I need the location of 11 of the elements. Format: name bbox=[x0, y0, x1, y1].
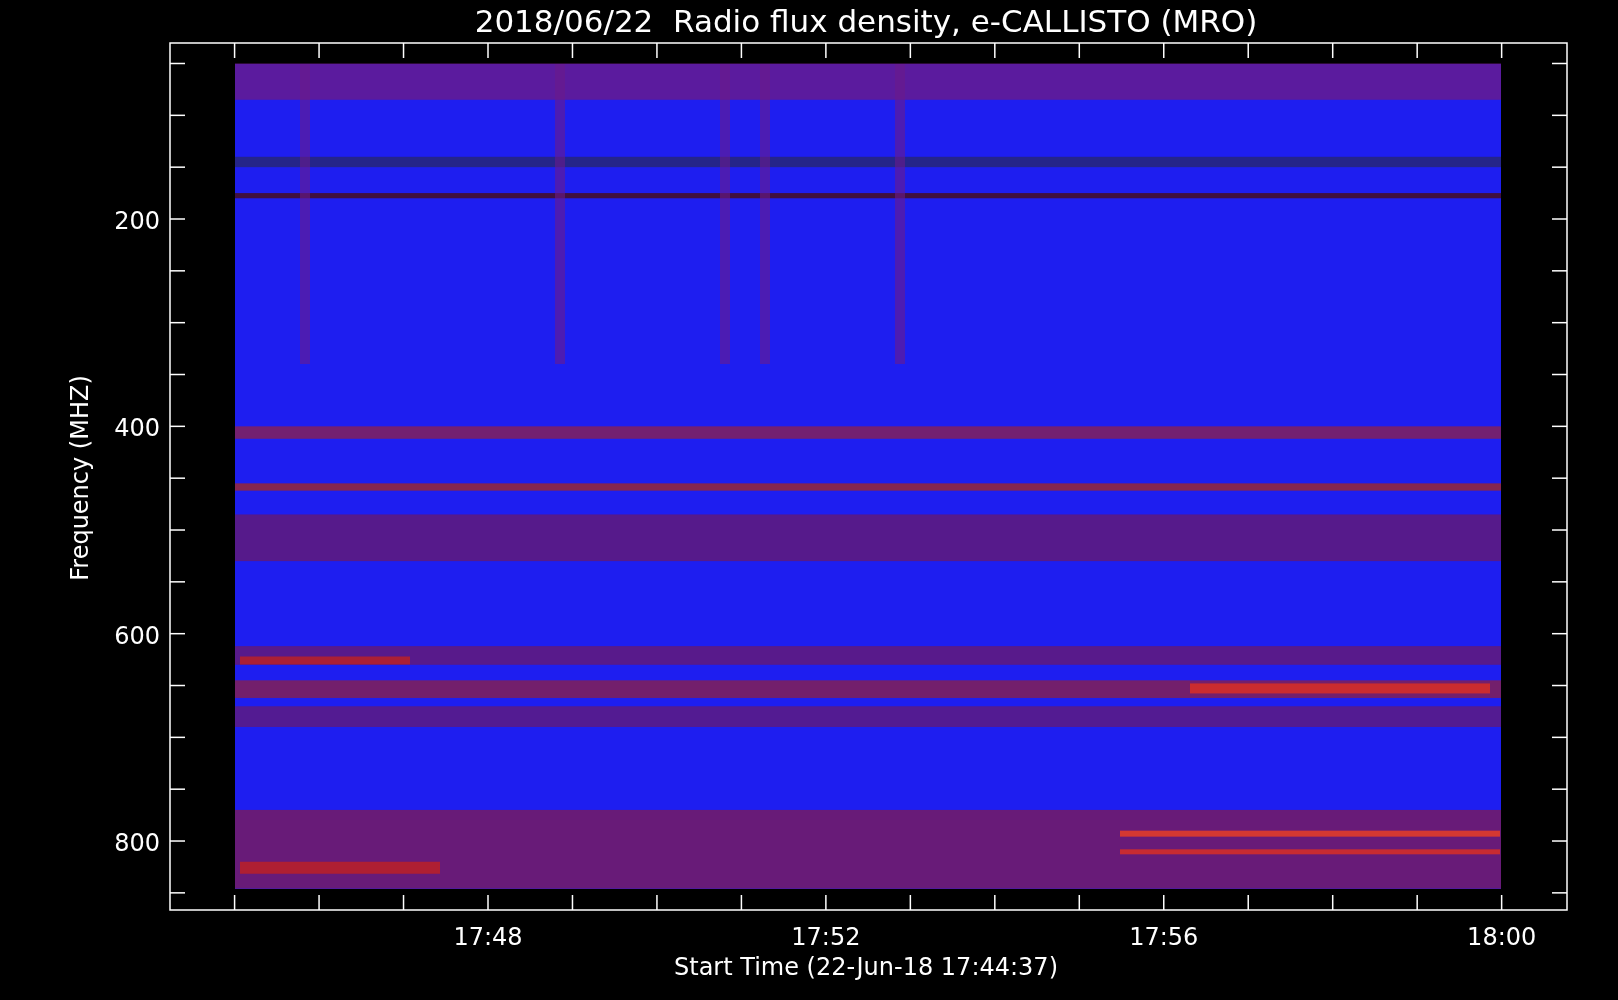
y-axis-title: Frequency (MHZ) bbox=[66, 375, 94, 581]
x-axis-title: Start Time (22-Jun-18 17:44:37) bbox=[674, 953, 1058, 981]
x-tick-label: 18:00 bbox=[1467, 923, 1537, 951]
chart-title: 2018/06/22 Radio flux density, e-CALLISTO (MRO) bbox=[474, 3, 1258, 39]
x-tick-label: 17:48 bbox=[453, 923, 523, 951]
y-tick-label: 200 bbox=[114, 207, 160, 235]
y-tick-label: 800 bbox=[114, 828, 160, 857]
y-tick-label: 600 bbox=[114, 621, 160, 650]
y-tick-label: 400 bbox=[114, 414, 160, 443]
x-tick-label: 17:52 bbox=[791, 923, 861, 951]
x-tick-label: 17:56 bbox=[1129, 923, 1199, 951]
